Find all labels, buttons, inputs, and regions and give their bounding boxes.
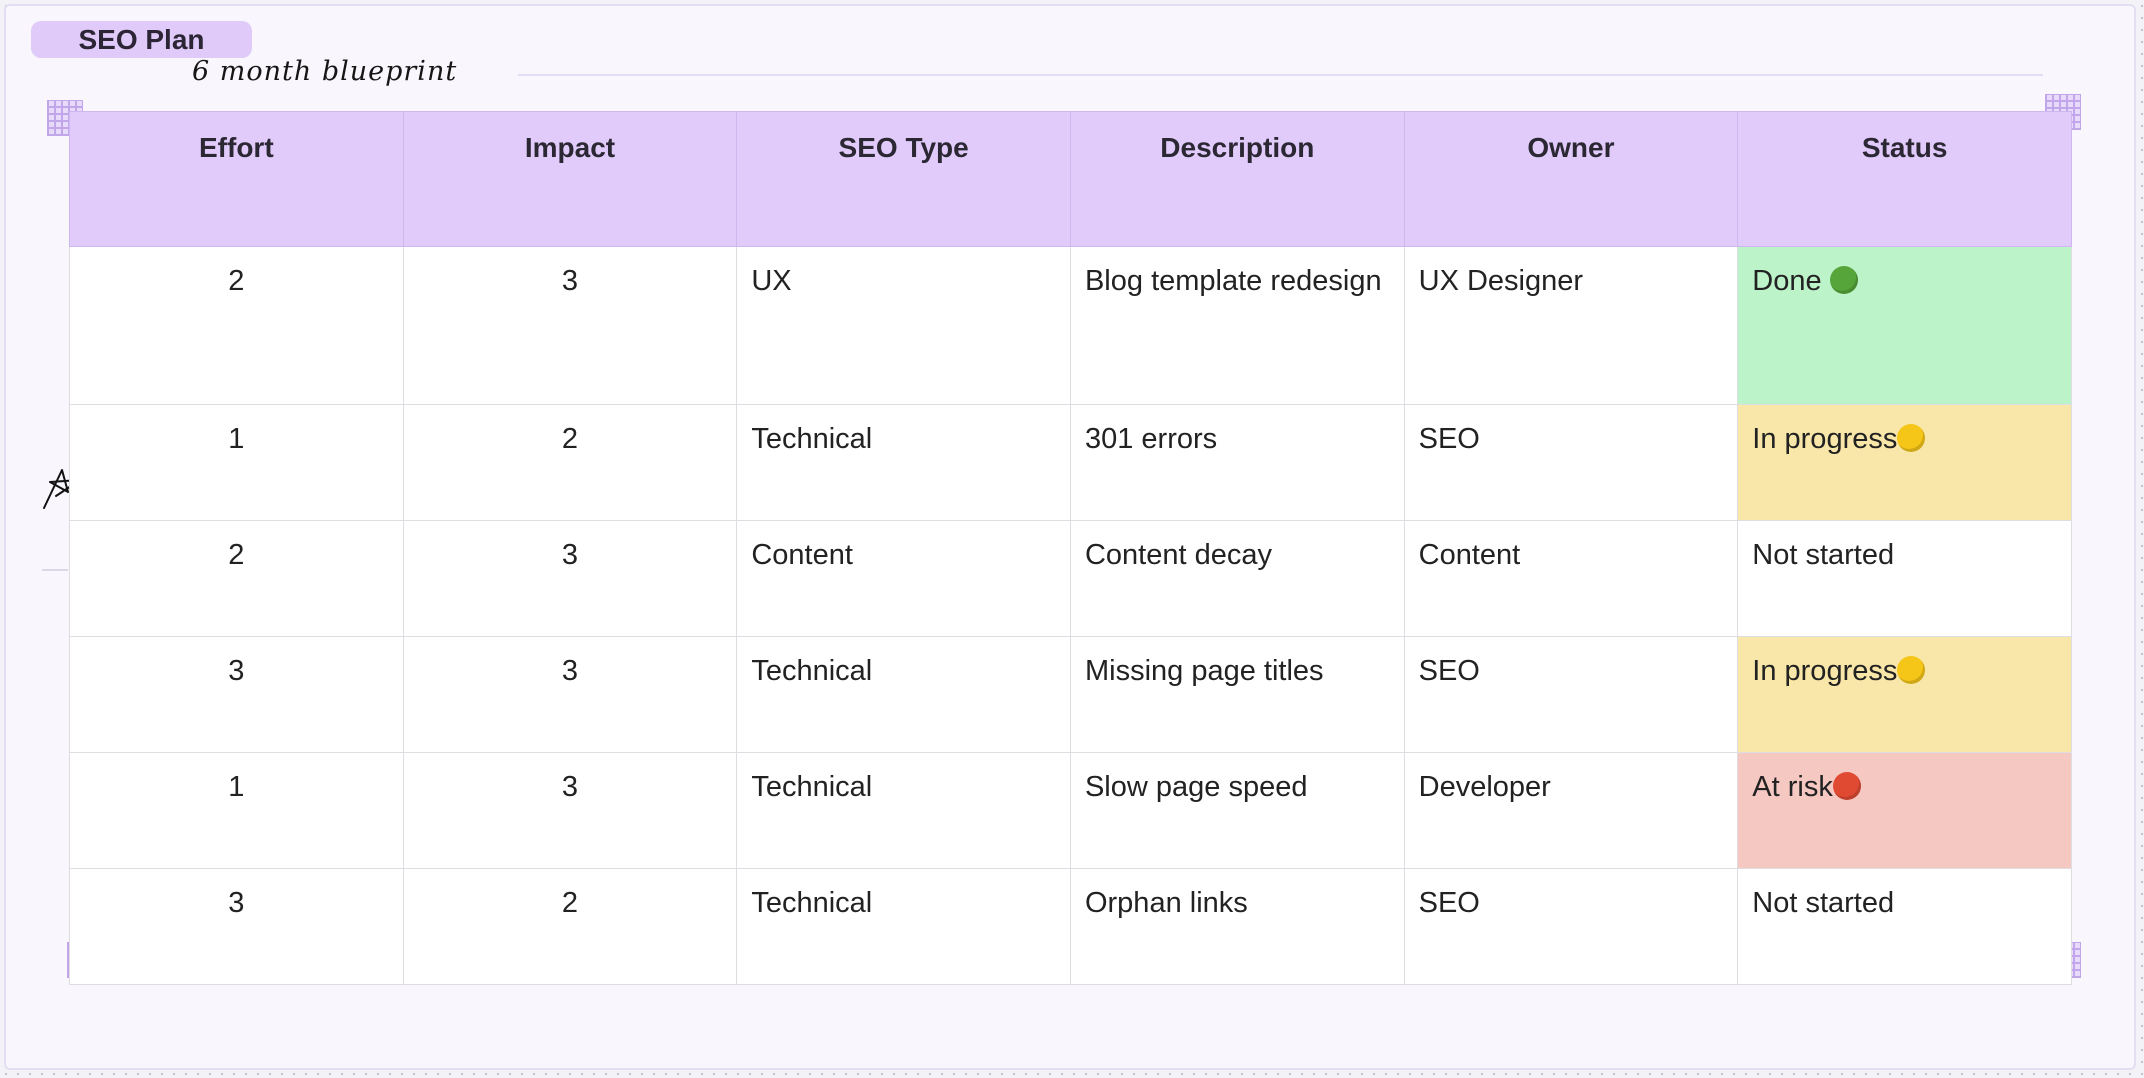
status-label: In progress (1752, 423, 1898, 455)
seo-type-cell[interactable]: Technical (736, 636, 1071, 753)
table-row: 3 2 Technical Orphan links SEO Not started (69, 868, 2072, 985)
description-cell[interactable]: Slow page speed (1069, 752, 1405, 869)
status-cell[interactable]: At risk (1737, 752, 2072, 869)
owner-cell[interactable]: Content (1403, 520, 1739, 637)
owner-cell[interactable]: SEO (1403, 636, 1739, 753)
seo-type-cell[interactable]: UX (736, 246, 1071, 405)
owner-cell[interactable]: UX Designer (1403, 246, 1739, 405)
yellow-circle-icon (1897, 424, 1926, 452)
column-header-owner[interactable]: Owner (1403, 111, 1739, 247)
status-label: Done (1752, 265, 1830, 297)
table-row: 1 3 Technical Slow page speed Developer At ri… (69, 752, 2072, 869)
effort-cell[interactable]: 2 (69, 520, 404, 637)
effort-cell[interactable]: 3 (69, 868, 404, 985)
table-row: 3 3 Technical Missing page titles SEO In prog… (69, 636, 2072, 753)
status-cell[interactable]: Not started (1737, 520, 2072, 637)
seo-plan-table: Effort Impact SEO Type Description Owner… (69, 111, 2072, 985)
status-cell[interactable]: Not started (1737, 868, 2072, 985)
green-circle-icon (1829, 266, 1858, 294)
impact-cell[interactable]: 3 (402, 246, 738, 405)
description-cell[interactable]: 301 errors (1069, 404, 1405, 521)
effort-cell[interactable]: 1 (69, 752, 404, 869)
status-cell[interactable]: In progress (1737, 404, 2072, 521)
column-header-seo-type[interactable]: SEO Type (736, 111, 1071, 247)
status-label: Not started (1752, 887, 1895, 919)
description-cell[interactable]: Blog template redesign (1069, 246, 1405, 405)
status-cell[interactable]: In progress (1737, 636, 2072, 753)
side-connector-line (42, 569, 68, 571)
status-cell[interactable]: Done (1737, 246, 2072, 405)
effort-cell[interactable]: 3 (69, 636, 404, 753)
owner-cell[interactable]: SEO (1403, 404, 1739, 521)
divider-line (518, 74, 2043, 76)
section-tag[interactable]: SEO Plan (31, 21, 252, 58)
table-header-row: Effort Impact SEO Type Description Owner… (69, 111, 2072, 247)
owner-cell[interactable]: SEO (1403, 868, 1739, 985)
effort-cell[interactable]: 2 (69, 246, 404, 405)
impact-cell[interactable]: 3 (402, 752, 738, 869)
red-circle-icon (1832, 772, 1861, 800)
table-row: 2 3 Content Content decay Content Not started (69, 520, 2072, 637)
description-cell[interactable]: Missing page titles (1069, 636, 1405, 753)
subtitle: 6 month blueprint (192, 56, 458, 87)
impact-cell[interactable]: 2 (402, 404, 738, 521)
status-label: At risk (1752, 771, 1833, 803)
seo-type-cell[interactable]: Technical (736, 752, 1071, 869)
impact-cell[interactable]: 3 (402, 636, 738, 753)
yellow-circle-icon (1897, 656, 1926, 684)
column-header-status[interactable]: Status (1737, 111, 2072, 247)
column-header-impact[interactable]: Impact (402, 111, 738, 247)
seo-type-cell[interactable]: Technical (736, 868, 1071, 985)
table-row: 1 2 Technical 301 errors SEO In progress (69, 404, 2072, 521)
effort-cell[interactable]: 1 (69, 404, 404, 521)
column-header-effort[interactable]: Effort (69, 111, 404, 247)
status-label: In progress (1752, 655, 1898, 687)
seo-type-cell[interactable]: Technical (736, 404, 1071, 521)
section-tag-label: SEO Plan (78, 23, 205, 55)
seo-type-cell[interactable]: Content (736, 520, 1071, 637)
status-label: Not started (1752, 539, 1895, 571)
impact-cell[interactable]: 3 (402, 520, 738, 637)
owner-cell[interactable]: Developer (1403, 752, 1739, 869)
impact-cell[interactable]: 2 (402, 868, 738, 985)
description-cell[interactable]: Content decay (1069, 520, 1405, 637)
description-cell[interactable]: Orphan links (1069, 868, 1405, 985)
column-header-description[interactable]: Description (1069, 111, 1405, 247)
table-row: 2 3 UX Blog template redesign UX Designer Don… (69, 246, 2072, 405)
